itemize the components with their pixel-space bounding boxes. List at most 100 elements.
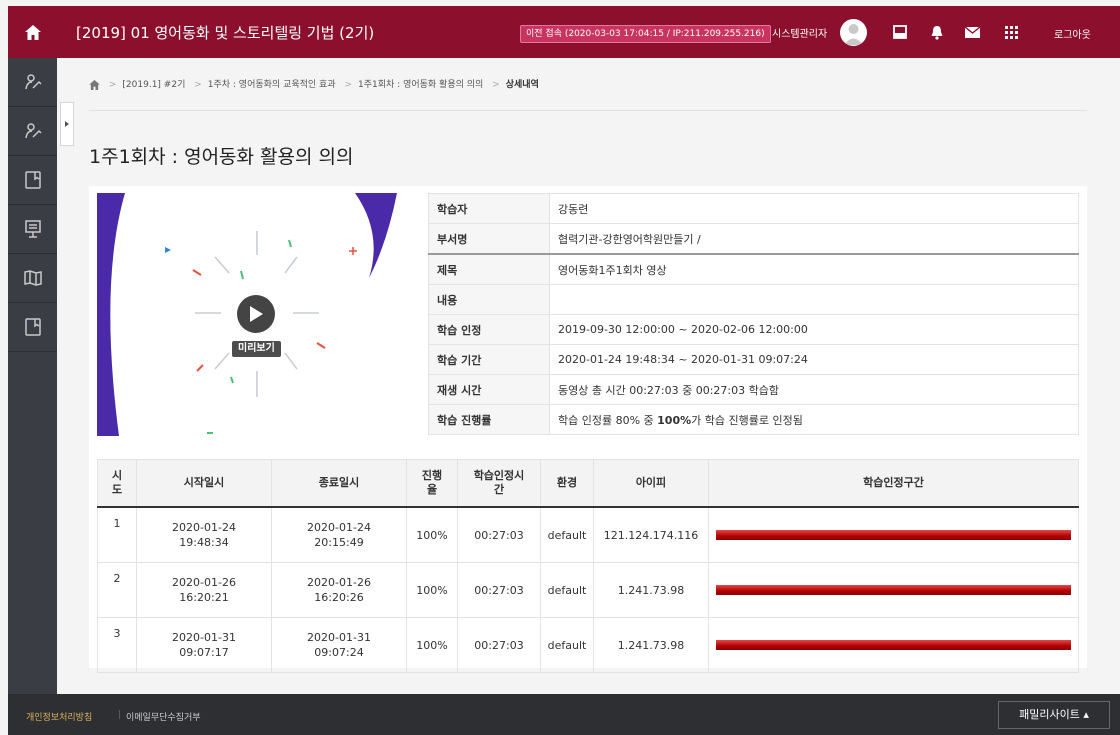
- last-login-badge: 이전 접속 (2020-03-03 17:04:15 / IP:211.209.…: [520, 25, 771, 43]
- info-row: 학습 인정 2019-09-30 12:00:00 ~ 2020-02-06 12…: [428, 314, 1079, 345]
- cell-rate: 100%: [406, 562, 458, 618]
- bell-icon[interactable]: [928, 23, 946, 41]
- cell-env: default: [540, 617, 594, 673]
- info-label: 학습 기간: [428, 344, 550, 375]
- sidebar-item-board[interactable]: [8, 205, 57, 254]
- learner-icon: [24, 123, 42, 139]
- family-site-select[interactable]: 패밀리사이트 ▴: [998, 701, 1110, 729]
- coverage-bar: [716, 640, 1071, 650]
- avatar[interactable]: [840, 19, 867, 46]
- layout-icon[interactable]: [891, 23, 909, 41]
- column-header: 학습인정구간: [708, 459, 1079, 508]
- mail-icon[interactable]: [963, 23, 981, 41]
- apps-grid-icon[interactable]: [1002, 23, 1020, 41]
- info-label: 제목: [428, 253, 550, 285]
- course-title: [2019] 01 영어동화 및 스토리텔링 기법 (2기): [76, 24, 375, 42]
- table-row: 1 2020-01-24 19:48:34 2020-01-24 20:15:49 1…: [97, 506, 1079, 563]
- breadcrumb-item[interactable]: 1주1회차 : 영어동화 활용의 의의: [358, 80, 483, 90]
- email-refuse-link[interactable]: 이메일무단수집거부: [126, 710, 201, 723]
- caret-right-icon: [65, 121, 69, 127]
- cell-ip: 1.241.73.98: [593, 562, 709, 618]
- info-label: 학습자: [428, 193, 550, 224]
- cell-rate: 100%: [406, 617, 458, 673]
- cell-no: 2: [97, 562, 137, 618]
- cell-no: 3: [97, 617, 137, 673]
- info-value: 강동련: [549, 193, 1079, 224]
- sidebar-item-notebook[interactable]: [8, 156, 57, 205]
- preview-label[interactable]: 미리보기: [232, 341, 281, 357]
- sidebar-toggle[interactable]: [60, 102, 74, 146]
- page-title: 1주1회차 : 영어동화 활용의 의의: [89, 146, 354, 168]
- cell-start: 2020-01-26 16:20:21: [136, 562, 272, 618]
- info-row: 학습 기간 2020-01-24 19:48:34 ~ 2020-01-31 09…: [428, 344, 1079, 375]
- learner-icon: [24, 74, 42, 90]
- presentation-icon: [24, 220, 41, 238]
- table-header-row: 시 도 시작일시 종료일시 진행 율 학습인정시 간 환경 아이피 학습인정구간: [97, 459, 1079, 508]
- home-button[interactable]: [8, 6, 58, 58]
- sidebar-item-map[interactable]: [8, 254, 57, 303]
- table-row: 3 2020-01-31 09:07:17 2020-01-31 09:07:24 1…: [97, 617, 1079, 673]
- home-icon[interactable]: [89, 80, 100, 90]
- sidebar-item-learners[interactable]: [8, 58, 57, 107]
- column-header: 학습인정시 간: [457, 459, 541, 508]
- home-icon: [25, 24, 41, 40]
- sidebar-item-teachers[interactable]: [8, 107, 57, 156]
- cell-start: 2020-01-24 19:48:34: [136, 506, 272, 563]
- cell-env: default: [540, 562, 594, 618]
- cell-rate: 100%: [406, 506, 458, 563]
- privacy-policy-link[interactable]: 개인정보처리방침: [26, 710, 92, 723]
- logout-link[interactable]: 로그아웃: [1054, 26, 1091, 41]
- info-row: 내용: [428, 284, 1079, 315]
- info-value: 영어동화1주1회차 영상: [549, 253, 1079, 285]
- breadcrumb: > [2019.1] #2기 >1주차 : 영어동화의 교육적인 효과 >1주1회…: [89, 76, 1087, 111]
- info-label: 학습 인정: [428, 314, 550, 345]
- info-label: 재생 시간: [428, 374, 550, 405]
- column-header: 진행 율: [406, 459, 458, 508]
- cell-coverage: [708, 617, 1079, 673]
- cell-end: 2020-01-31 09:07:24: [271, 617, 407, 673]
- sidebar: [8, 58, 57, 694]
- top-bar: [2019] 01 영어동화 및 스토리텔링 기법 (2기) 이전 접속 (20…: [8, 6, 1120, 58]
- progress-text: 학습 인정률 80% 중: [558, 413, 658, 427]
- breadcrumb-item[interactable]: 1주차 : 영어동화의 교육적인 효과: [208, 80, 336, 90]
- cell-coverage: [708, 506, 1079, 563]
- info-value: 2020-01-24 19:48:34 ~ 2020-01-31 09:07:2…: [549, 344, 1079, 375]
- info-row: 학습자 강동련: [428, 193, 1079, 224]
- column-header: 환경: [540, 459, 594, 508]
- info-row: 재생 시간 동영상 총 시간 00:27:03 중 00:27:03 학습함: [428, 374, 1079, 405]
- cell-ip: 1.241.73.98: [593, 617, 709, 673]
- info-value: 협력기관-강한영어학원만들기 /: [549, 223, 1079, 255]
- cell-ip: 121.124.174.116: [593, 506, 709, 563]
- cell-time: 00:27:03: [457, 562, 541, 618]
- info-value: 동영상 총 시간 00:27:03 중 00:27:03 학습함: [549, 374, 1079, 405]
- breadcrumb-item[interactable]: [2019.1] #2기: [122, 80, 185, 90]
- cell-time: 00:27:03: [457, 617, 541, 673]
- footer-divider: |: [118, 710, 122, 720]
- notebook-icon: [24, 171, 41, 189]
- play-icon: [250, 306, 263, 322]
- table-row: 2 2020-01-26 16:20:21 2020-01-26 16:20:26 1…: [97, 562, 1079, 618]
- column-header: 종료일시: [271, 459, 407, 508]
- cell-no: 1: [97, 506, 137, 563]
- video-player[interactable]: 미리보기: [97, 193, 417, 436]
- info-table: 학습자 강동련 부서명 협력기관-강한영어학원만들기 / 제목 영어동화1주1회차 영…: [428, 193, 1079, 435]
- sidebar-item-notes[interactable]: [8, 303, 57, 352]
- username[interactable]: 시스템관리자: [772, 25, 827, 40]
- info-row: 제목 영어동화1주1회차 영상: [428, 253, 1079, 285]
- column-header: 시 도: [97, 459, 137, 508]
- progress-text: 가 학습 진행률로 인정됨: [691, 413, 803, 427]
- footer: 개인정보처리방침 | 이메일무단수집거부 패밀리사이트 ▴: [8, 694, 1120, 735]
- cell-end: 2020-01-24 20:15:49: [271, 506, 407, 563]
- play-button[interactable]: [237, 295, 275, 333]
- coverage-bar: [716, 530, 1071, 540]
- access-log-table: 시 도 시작일시 종료일시 진행 율 학습인정시 간 환경 아이피 학습인정구간 1 2020-…: [97, 459, 1079, 673]
- info-label: 부서명: [428, 223, 550, 255]
- cell-start: 2020-01-31 09:07:17: [136, 617, 272, 673]
- coverage-bar: [716, 585, 1071, 595]
- column-header: 아이피: [593, 459, 709, 508]
- info-label: 내용: [428, 284, 550, 315]
- cell-coverage: [708, 562, 1079, 618]
- info-label: 학습 진행률: [428, 404, 550, 435]
- cell-time: 00:27:03: [457, 506, 541, 563]
- info-value: 학습 인정률 80% 중 100%가 학습 진행률로 인정됨: [549, 404, 1079, 435]
